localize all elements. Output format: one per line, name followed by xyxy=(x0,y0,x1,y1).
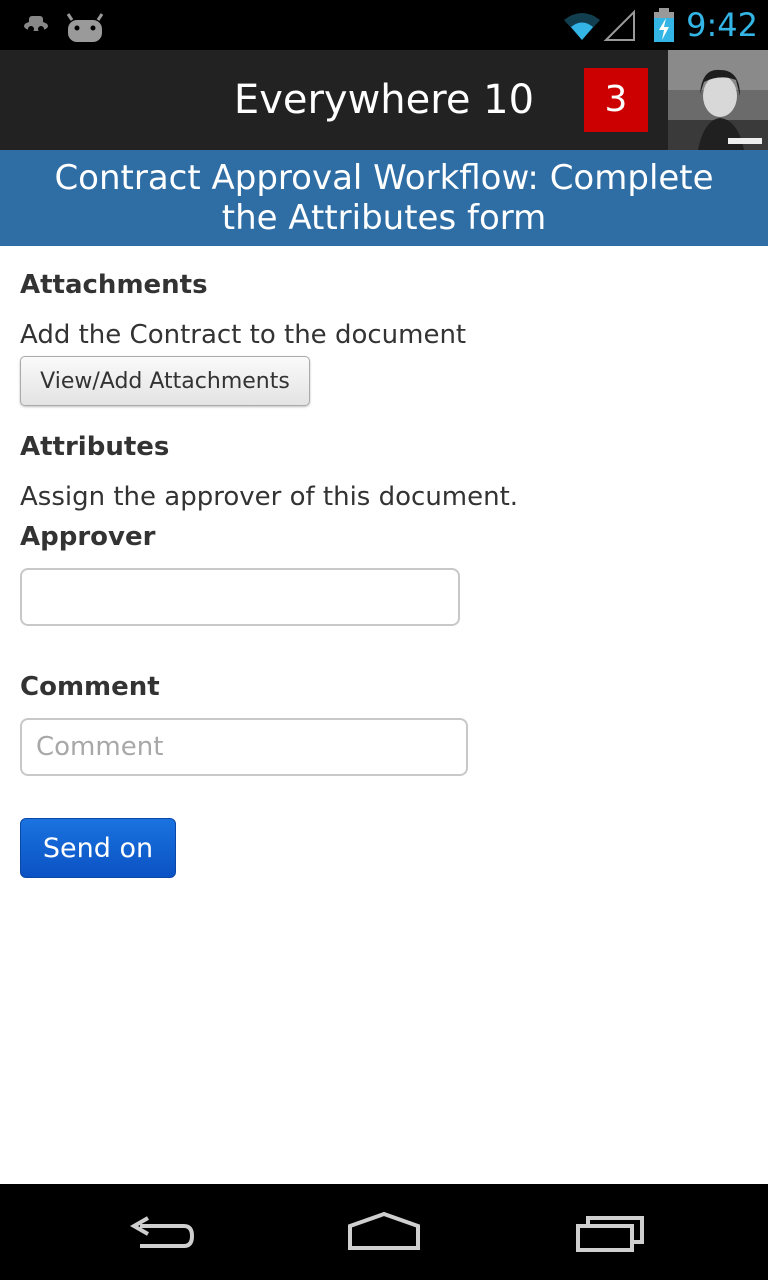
user-avatar[interactable] xyxy=(668,50,768,150)
view-add-attachments-button[interactable]: View/Add Attachments xyxy=(20,356,310,406)
connectivity-icons xyxy=(564,9,636,41)
action-bar: Everywhere 10 3 xyxy=(0,50,768,150)
comment-label: Comment xyxy=(20,672,160,702)
app-title: Everywhere 10 xyxy=(233,77,535,123)
home-icon xyxy=(348,1211,420,1250)
comment-input[interactable] xyxy=(20,718,468,776)
back-button[interactable] xyxy=(120,1202,200,1262)
recent-apps-icon xyxy=(576,1216,644,1252)
attributes-heading: Attributes xyxy=(20,432,170,462)
navigation-bar xyxy=(0,1184,768,1280)
wifi-icon xyxy=(564,13,601,40)
incognito-icon xyxy=(24,16,48,32)
approver-label: Approver xyxy=(20,522,156,552)
attributes-description: Assign the approver of this document. xyxy=(20,482,519,512)
status-bar: 9:42 xyxy=(0,0,768,50)
signal-icon xyxy=(603,9,636,41)
android-icon xyxy=(66,13,104,42)
send-on-button[interactable]: Send on xyxy=(20,818,176,878)
recent-apps-button[interactable] xyxy=(572,1202,652,1262)
clock: 9:42 xyxy=(686,6,758,44)
approver-input[interactable] xyxy=(20,568,460,626)
home-button[interactable] xyxy=(344,1202,424,1262)
attachments-heading: Attachments xyxy=(20,270,208,300)
page-header: Contract Approval Workflow: Complete the… xyxy=(0,150,768,246)
notification-badge[interactable]: 3 xyxy=(584,68,648,132)
notification-icons xyxy=(22,10,112,47)
back-icon xyxy=(129,1216,195,1248)
attachments-description: Add the Contract to the document xyxy=(20,320,467,350)
battery-charging-icon xyxy=(654,8,675,42)
page-title: Contract Approval Workflow: Complete the… xyxy=(54,158,714,238)
